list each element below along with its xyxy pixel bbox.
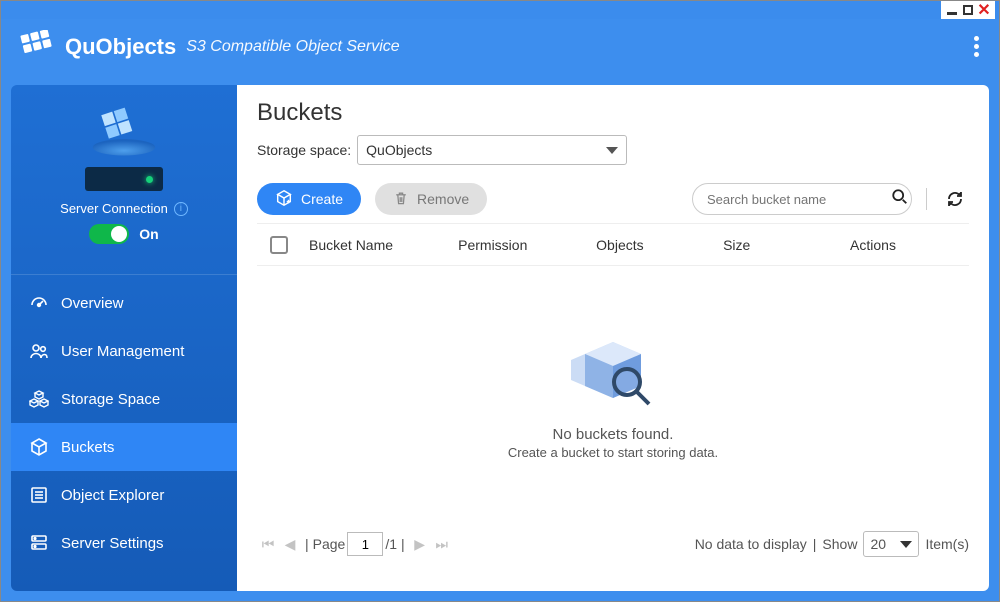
cube-icon (29, 437, 49, 457)
page-input[interactable] (347, 532, 383, 556)
boxes-icon (29, 389, 49, 409)
search-field[interactable] (692, 183, 912, 215)
cube-plus-icon (275, 189, 293, 210)
select-all-checkbox[interactable] (270, 236, 288, 254)
column-size[interactable]: Size (715, 237, 842, 253)
page-title: Buckets (257, 99, 969, 127)
items-label: Item(s) (925, 536, 969, 552)
storage-space-select[interactable]: QuObjects (357, 135, 627, 165)
create-label: Create (301, 191, 343, 207)
table-header: Bucket Name Permission Objects Size Acti… (257, 224, 969, 266)
app-window: ✕ QuObjects S3 Compatible Object Service (0, 0, 1000, 602)
gauge-icon (29, 293, 49, 313)
sidebar-item-object-explorer[interactable]: Object Explorer (11, 471, 237, 519)
server-connection-label: Server Connection (60, 201, 168, 216)
empty-state: No buckets found. Create a bucket to sta… (257, 266, 969, 526)
sidebar-item-storage-space[interactable]: Storage Space (11, 375, 237, 423)
list-icon (29, 485, 49, 505)
maximize-button[interactable] (961, 3, 975, 17)
sidebar-item-overview[interactable]: Overview (11, 279, 237, 327)
no-data-label: No data to display (695, 536, 807, 552)
server-icon (29, 533, 49, 553)
column-actions: Actions (842, 237, 969, 253)
app-shell: QuObjects S3 Compatible Object Service (1, 19, 999, 601)
sidebar-item-label: User Management (61, 343, 184, 360)
device-icon (85, 167, 163, 191)
page-label: Page (313, 536, 346, 552)
server-connection-toggle[interactable] (89, 224, 129, 244)
refresh-button[interactable] (941, 185, 969, 213)
empty-primary: No buckets found. (553, 426, 674, 443)
info-icon[interactable]: i (174, 202, 188, 216)
sidebar: Server Connection i On Overview (11, 85, 237, 591)
app-title: QuObjects (65, 34, 176, 60)
show-label: Show (822, 536, 857, 552)
trash-icon (393, 190, 409, 209)
sidebar-item-label: Buckets (61, 439, 114, 456)
chevron-down-icon (900, 541, 912, 548)
close-button[interactable]: ✕ (977, 3, 991, 17)
empty-secondary: Create a bucket to start storing data. (508, 445, 718, 460)
sidebar-item-label: Object Explorer (61, 487, 164, 504)
next-page-button: ▶ (411, 535, 429, 553)
nav: Overview User Management Storage Space B… (11, 279, 237, 567)
page-size-value: 20 (870, 536, 886, 552)
chevron-down-icon (606, 147, 618, 154)
column-permission[interactable]: Permission (450, 237, 588, 253)
remove-button: Remove (375, 183, 487, 215)
sidebar-item-label: Server Settings (61, 535, 164, 552)
empty-box-search-icon (565, 332, 661, 412)
users-icon (29, 341, 49, 361)
last-page-button: ⏭ (433, 535, 451, 553)
sidebar-item-label: Storage Space (61, 391, 160, 408)
toolbar: Create Remove (257, 183, 969, 215)
storage-space-value: QuObjects (366, 142, 432, 158)
remove-label: Remove (417, 191, 469, 207)
page-total: /1 (385, 536, 397, 552)
app-header: QuObjects S3 Compatible Object Service (1, 19, 999, 75)
app-body: Server Connection i On Overview (1, 75, 999, 601)
divider (11, 274, 237, 275)
window-controls: ✕ (941, 1, 995, 19)
app-subtitle: S3 Compatible Object Service (186, 38, 399, 56)
sidebar-item-user-management[interactable]: User Management (11, 327, 237, 375)
storage-space-label: Storage space: (257, 142, 351, 158)
first-page-button: ⏮ (259, 535, 277, 553)
server-hero-icon (83, 99, 165, 171)
minimize-button[interactable] (945, 3, 959, 17)
page-size-select[interactable]: 20 (863, 531, 919, 557)
main-panel: Buckets Storage space: QuObjects Create (237, 85, 989, 591)
prev-page-button: ◀ (281, 535, 299, 553)
server-hero: Server Connection i On (11, 85, 237, 260)
search-icon[interactable] (891, 188, 909, 211)
more-menu-button[interactable] (974, 33, 979, 60)
sidebar-item-label: Overview (61, 295, 124, 312)
sidebar-item-buckets[interactable]: Buckets (11, 423, 237, 471)
storage-space-row: Storage space: QuObjects (257, 135, 969, 165)
pagination: ⏮ ◀ | Page /1 | ▶ ⏭ No data to display |… (257, 526, 969, 562)
search-input[interactable] (707, 192, 883, 207)
create-button[interactable]: Create (257, 183, 361, 215)
column-bucket-name[interactable]: Bucket Name (301, 237, 450, 253)
divider (926, 188, 927, 210)
buckets-table: Bucket Name Permission Objects Size Acti… (257, 223, 969, 526)
server-connection-state: On (139, 226, 158, 242)
column-objects[interactable]: Objects (588, 237, 715, 253)
app-logo-icon (19, 30, 55, 65)
sidebar-item-server-settings[interactable]: Server Settings (11, 519, 237, 567)
